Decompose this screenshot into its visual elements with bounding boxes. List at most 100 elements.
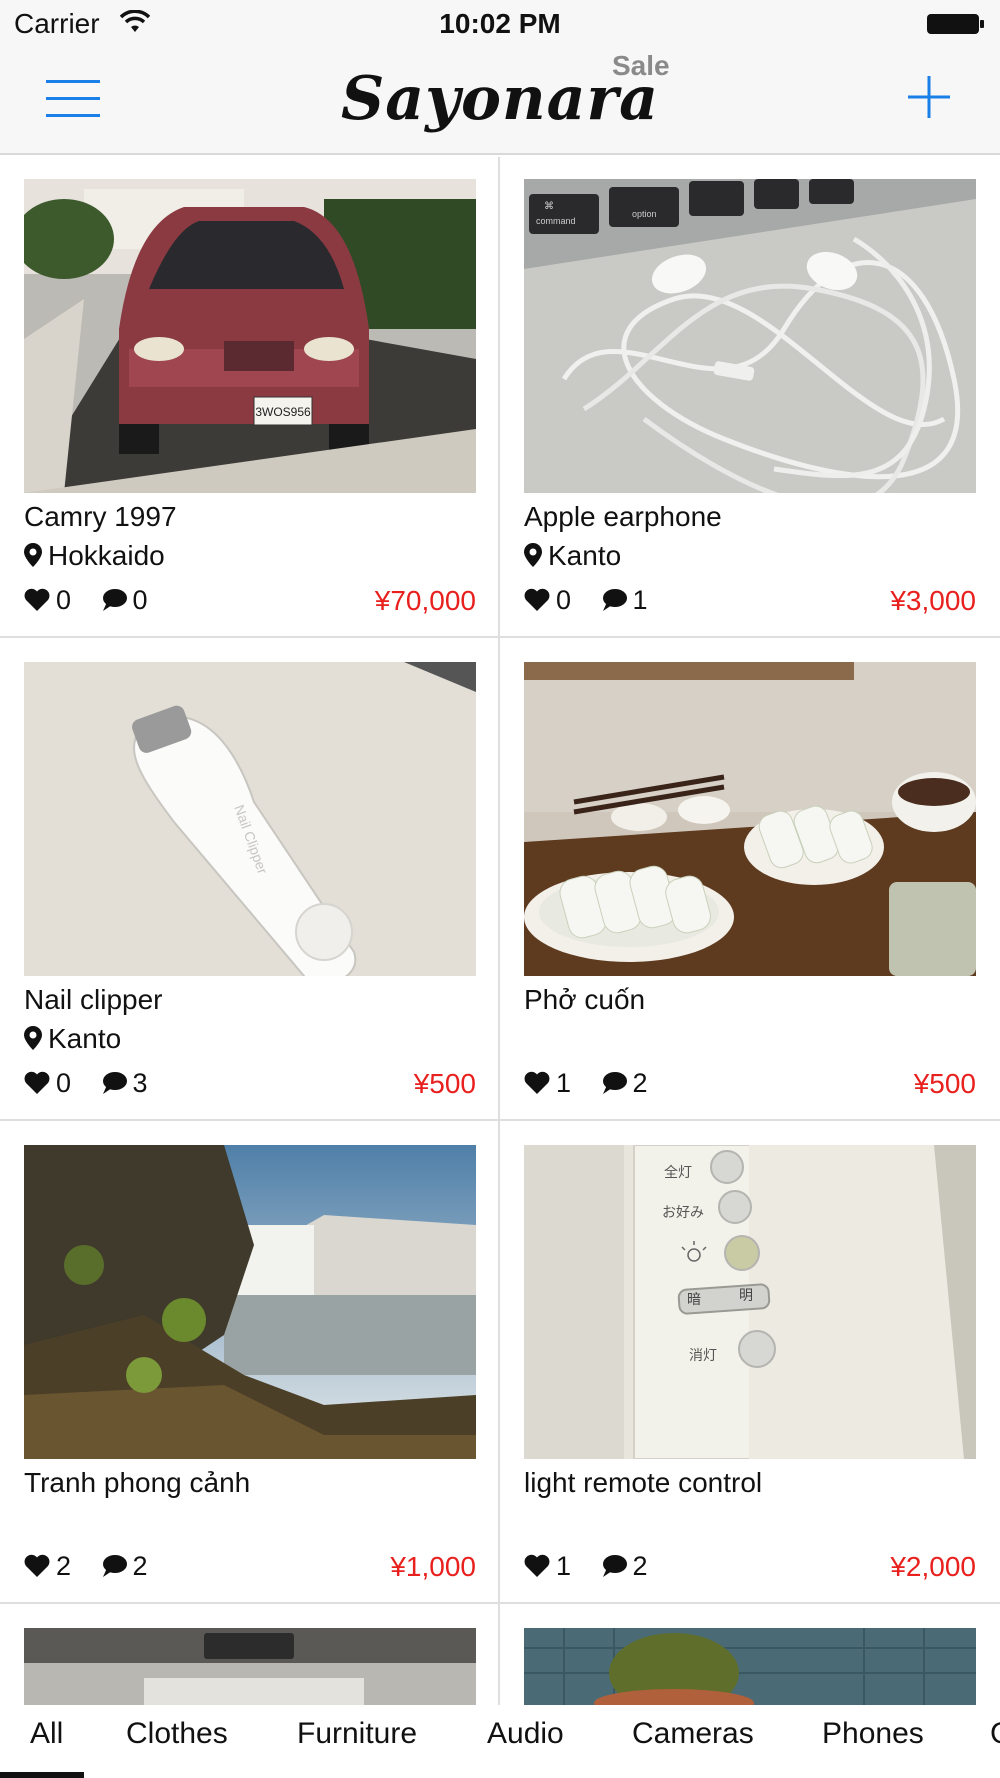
remote-label-bright: 明: [739, 1288, 753, 1304]
logo-suffix: Sale: [612, 50, 670, 81]
location-pin-icon: [524, 543, 542, 567]
location-label: Kanto: [548, 540, 622, 571]
tab-partial[interactable]: C: [990, 1717, 1000, 1751]
like-count[interactable]: 0: [524, 585, 571, 616]
listing-card[interactable]: 全灯 お好み 暗 明 消灯 light remote control 1 2 ¥…: [524, 1145, 976, 1615]
comment-bubble-icon: [102, 1072, 127, 1094]
remote-label-all: 全灯: [664, 1164, 692, 1181]
comment-count[interactable]: 0: [101, 585, 148, 616]
heart-icon: [24, 1554, 50, 1577]
heart-icon: [524, 1554, 550, 1577]
comment-count[interactable]: 2: [101, 1551, 148, 1582]
status-time: 10:02 PM: [439, 8, 561, 39]
listing-title: Nail clipper: [24, 984, 163, 1015]
remote-label-off: 消灯: [689, 1348, 717, 1364]
listing-card[interactable]: 3WOS956 Camry 1997 Hokkaido 0 0 ¥70,000: [24, 179, 476, 649]
listing-photo-landscape[interactable]: [24, 1145, 476, 1459]
location-label: Kanto: [48, 1023, 122, 1054]
listing-stats: 0 0: [24, 585, 170, 616]
listing-location: Kanto: [524, 540, 621, 572]
listing-card[interactable]: Tranh phong cảnh 2 2 ¥1,000: [24, 1145, 476, 1615]
listing-title: Camry 1997: [24, 501, 177, 532]
category-tab-bar: All Clothes Furniture Audio Cameras Phon…: [0, 1705, 1000, 1778]
listing-photo-partial[interactable]: [524, 1628, 976, 1705]
like-count-value: 2: [56, 1551, 72, 1581]
listing-price: ¥3,000: [890, 585, 976, 616]
listing-card[interactable]: command ⌘ option Apple earphone Kanto 0 …: [524, 179, 976, 649]
like-count[interactable]: 0: [24, 1068, 71, 1099]
listing-title: light remote control: [524, 1467, 763, 1498]
heart-icon: [24, 588, 50, 611]
listing-photo-partial[interactable]: [24, 1628, 476, 1705]
navigation-bar: Sayonara Sale: [0, 50, 1000, 155]
listing-title: Apple earphone: [524, 501, 722, 532]
remote-label-favorite: お好み: [662, 1205, 704, 1221]
listing-grid: 3WOS956 Camry 1997 Hokkaido 0 0 ¥70,000: [0, 157, 1000, 1705]
heart-icon: [524, 588, 550, 611]
like-count-value: 0: [56, 1068, 72, 1098]
comment-count[interactable]: 3: [101, 1068, 148, 1099]
heart-icon: [24, 1071, 50, 1094]
listing-stats: 2 2: [24, 1551, 170, 1582]
listing-price: ¥500: [913, 1068, 976, 1099]
app-logo: Sayonara Sale: [0, 50, 1000, 155]
comment-count[interactable]: 2: [601, 1068, 648, 1099]
tab-audio[interactable]: Audio: [487, 1717, 564, 1751]
listing-price: ¥500: [413, 1068, 476, 1099]
like-count[interactable]: 1: [524, 1551, 571, 1582]
listing-photo-car[interactable]: 3WOS956: [24, 179, 476, 493]
comment-count[interactable]: 1: [601, 585, 648, 616]
key-symbol-text: ⌘: [544, 201, 554, 212]
tab-all[interactable]: All: [30, 1717, 63, 1751]
listing-price: ¥70,000: [374, 585, 476, 616]
listing-photo-food[interactable]: [524, 662, 976, 976]
like-count-value: 0: [56, 585, 72, 615]
listing-location: Hokkaido: [24, 540, 165, 572]
like-count-value: 1: [556, 1551, 572, 1581]
listing-photo-remote[interactable]: 全灯 お好み 暗 明 消灯: [524, 1145, 976, 1459]
comment-bubble-icon: [602, 589, 627, 611]
comment-bubble-icon: [602, 1072, 627, 1094]
listing-photo-earphone[interactable]: command ⌘ option: [524, 179, 976, 493]
listing-title: Tranh phong cảnh: [24, 1467, 251, 1498]
location-pin-icon: [24, 543, 42, 567]
column-divider: [498, 157, 500, 1705]
tab-clothes[interactable]: Clothes: [126, 1717, 228, 1751]
license-plate-text: 3WOS956: [255, 405, 311, 419]
like-count[interactable]: 0: [24, 585, 71, 616]
listing-photo-nail-clipper[interactable]: Nail Clipper: [24, 662, 476, 976]
tab-furniture[interactable]: Furniture: [297, 1717, 417, 1751]
listing-card[interactable]: [524, 1628, 976, 1705]
listing-stats: 1 2: [524, 1551, 670, 1582]
listing-location: Kanto: [24, 1023, 121, 1055]
comment-count-value: 1: [632, 585, 648, 615]
comment-bubble-icon: [102, 1555, 127, 1577]
listing-card[interactable]: Phở cuốn 1 2 ¥500: [524, 662, 976, 1132]
listing-price: ¥1,000: [390, 1551, 476, 1582]
remote-label-dim: 暗: [687, 1292, 701, 1308]
status-bar: Carrier 10:02 PM: [0, 0, 1000, 50]
listing-stats: 0 3: [24, 1068, 170, 1099]
like-count[interactable]: 1: [524, 1068, 571, 1099]
tab-cameras[interactable]: Cameras: [632, 1717, 754, 1751]
comment-count-value: 2: [632, 1068, 648, 1098]
location-pin-icon: [24, 1026, 42, 1050]
listing-stats: 1 2: [524, 1068, 670, 1099]
listing-card[interactable]: Nail Clipper Nail clipper Kanto 0 3 ¥500: [24, 662, 476, 1132]
like-count[interactable]: 2: [24, 1551, 71, 1582]
key-command-text: command: [536, 216, 576, 226]
comment-count-value: 3: [132, 1068, 148, 1098]
comment-count[interactable]: 2: [601, 1551, 648, 1582]
listing-stats: 0 1: [524, 585, 670, 616]
like-count-value: 0: [556, 585, 572, 615]
key-option-text: option: [632, 209, 657, 219]
tab-phones[interactable]: Phones: [822, 1717, 924, 1751]
plus-icon[interactable]: [906, 74, 952, 120]
comment-count-value: 2: [632, 1551, 648, 1581]
listing-title: Phở cuốn: [524, 984, 646, 1015]
heart-icon: [524, 1071, 550, 1094]
like-count-value: 1: [556, 1068, 572, 1098]
comment-bubble-icon: [602, 1555, 627, 1577]
listing-card[interactable]: [24, 1628, 476, 1705]
active-tab-indicator: [0, 1772, 84, 1778]
